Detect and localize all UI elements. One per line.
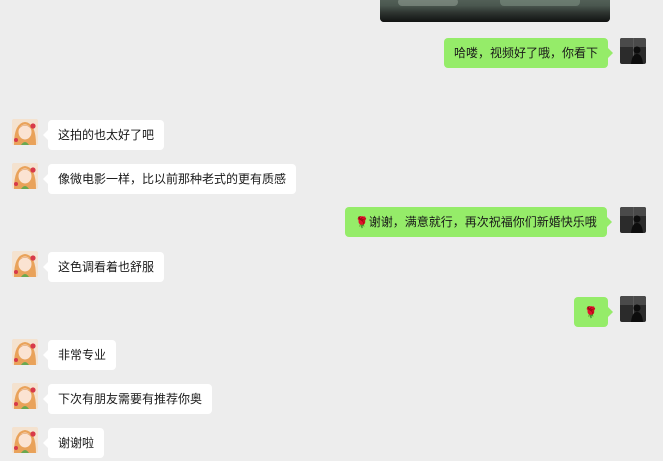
my-avatar[interactable] (620, 207, 646, 233)
rose-emoji-icon: 🌹 (355, 216, 369, 229)
video-message-thumbnail[interactable] (380, 0, 610, 22)
friend-avatar[interactable] (12, 383, 38, 409)
friend-avatar[interactable] (12, 427, 38, 453)
incoming-message-bubble[interactable]: 这拍的也太好了吧 (42, 120, 165, 150)
incoming-message-bubble[interactable]: 像微电影一样，比以前那种老式的更有质感 (42, 164, 297, 194)
outgoing-message-bubble[interactable]: 🌹谢谢，满意就行，再次祝福你们新婚快乐哦 (345, 207, 612, 237)
message-text: 这拍的也太好了吧 (58, 128, 155, 142)
outgoing-message-bubble[interactable]: 哈喽，视频好了哦，你看下 (444, 38, 614, 68)
dark-silhouette-avatar-icon (620, 38, 646, 64)
message-text: 谢谢啦 (58, 436, 95, 450)
anime-girl-avatar-icon (12, 119, 38, 145)
friend-avatar[interactable] (12, 339, 38, 365)
message-text: 谢谢，满意就行，再次祝福你们新婚快乐哦 (368, 215, 597, 229)
anime-girl-avatar-icon (12, 427, 38, 453)
incoming-message-bubble[interactable]: 这色调看着也舒服 (42, 252, 165, 282)
chat-message-area: 哈喽，视频好了哦，你看下 这拍的也太好了吧 像微电影一样，比以前那种老式的更有质… (0, 0, 663, 461)
incoming-message-bubble[interactable]: 下次有朋友需要有推荐你奥 (42, 384, 213, 414)
message-text: 下次有朋友需要有推荐你奥 (58, 392, 203, 406)
my-avatar[interactable] (620, 38, 646, 64)
dark-silhouette-avatar-icon (620, 207, 646, 233)
rose-emoji-icon: 🌹 (584, 306, 598, 319)
dark-silhouette-avatar-icon (620, 296, 646, 322)
message-text: 非常专业 (58, 348, 107, 362)
outgoing-message-bubble[interactable]: 🌹 (574, 297, 613, 327)
anime-girl-avatar-icon (12, 339, 38, 365)
message-text: 哈喽，视频好了哦，你看下 (454, 46, 599, 60)
message-text: 这色调看着也舒服 (58, 260, 155, 274)
video-scene (380, 0, 610, 22)
friend-avatar[interactable] (12, 251, 38, 277)
anime-girl-avatar-icon (12, 163, 38, 189)
message-text: 像微电影一样，比以前那种老式的更有质感 (58, 172, 287, 186)
anime-girl-avatar-icon (12, 251, 38, 277)
incoming-message-bubble[interactable]: 谢谢啦 (42, 428, 105, 458)
incoming-message-bubble[interactable]: 非常专业 (42, 340, 117, 370)
my-avatar[interactable] (620, 296, 646, 322)
anime-girl-avatar-icon (12, 383, 38, 409)
friend-avatar[interactable] (12, 119, 38, 145)
friend-avatar[interactable] (12, 163, 38, 189)
